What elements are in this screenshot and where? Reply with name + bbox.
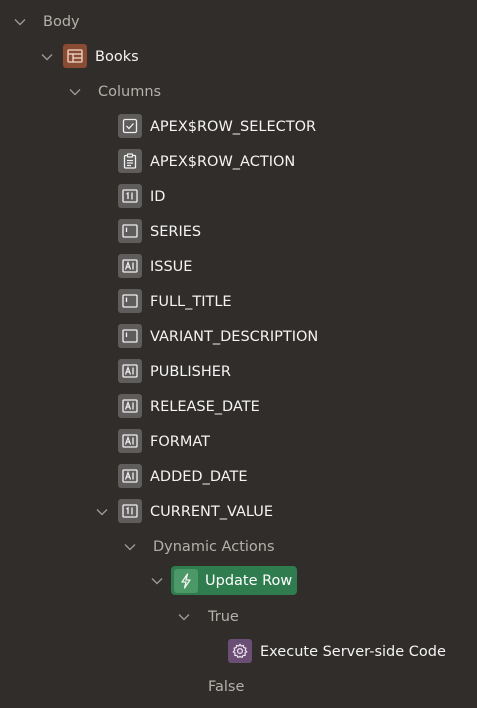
display-only-icon xyxy=(118,324,142,348)
tree-node-column[interactable]: ID xyxy=(0,179,477,214)
tree-node-column[interactable]: FORMAT xyxy=(0,424,477,459)
tree-node-column[interactable]: APEX$ROW_SELECTOR xyxy=(0,109,477,144)
checkbox-icon xyxy=(118,114,142,138)
tree-node-column[interactable]: SERIES xyxy=(0,214,477,249)
text-field-icon xyxy=(118,359,142,383)
tree-node-label: Dynamic Actions xyxy=(153,539,275,555)
tree-node-label: CURRENT_VALUE xyxy=(150,504,274,520)
tree-view: Body Books Columns APEX$ROW_SELECTOR APE… xyxy=(0,0,477,708)
tree-node-label: PUBLISHER xyxy=(150,364,232,380)
tree-node-label: ISSUE xyxy=(150,259,193,275)
tree-node-column[interactable]: RELEASE_DATE xyxy=(0,389,477,424)
tree-node-label: Update Row xyxy=(205,573,293,589)
tree-node-body[interactable]: Body xyxy=(0,4,477,39)
chevron-down-icon[interactable] xyxy=(147,571,167,591)
chevron-down-icon[interactable] xyxy=(92,502,112,522)
chevron-down-icon[interactable] xyxy=(10,12,30,32)
display-only-icon xyxy=(118,219,142,243)
text-field-icon xyxy=(118,394,142,418)
tree-node-false-branch[interactable]: False xyxy=(0,669,477,704)
tree-node-label: SERIES xyxy=(150,224,202,240)
tree-node-label: Columns xyxy=(98,84,162,100)
tree-node-column[interactable]: ADDED_DATE xyxy=(0,459,477,494)
tree-node-columns-folder[interactable]: Columns xyxy=(0,74,477,109)
tree-node-true-action[interactable]: Execute Server-side Code xyxy=(0,634,477,669)
chevron-down-icon[interactable] xyxy=(120,537,140,557)
tree-node-true-branch[interactable]: True xyxy=(0,599,477,634)
tree-node-column[interactable]: PUBLISHER xyxy=(0,354,477,389)
tree-node-label: Books xyxy=(95,49,139,65)
region-grid-icon xyxy=(63,44,87,68)
clipboard-icon xyxy=(118,149,142,173)
tree-node-label: VARIANT_DESCRIPTION xyxy=(150,329,319,345)
lightning-icon xyxy=(174,569,198,593)
display-only-icon xyxy=(118,289,142,313)
chevron-down-icon[interactable] xyxy=(65,82,85,102)
tree-node-dynamic-actions-folder[interactable]: Dynamic Actions xyxy=(0,529,477,564)
tree-node-column[interactable]: FULL_TITLE xyxy=(0,284,477,319)
tree-node-books-region[interactable]: Books xyxy=(0,39,477,74)
chevron-down-icon[interactable] xyxy=(37,47,57,67)
tree-node-column[interactable]: ISSUE xyxy=(0,249,477,284)
text-field-icon xyxy=(118,254,142,278)
tree-node-label: APEX$ROW_ACTION xyxy=(150,154,296,170)
tree-node-label: Execute Server-side Code xyxy=(260,644,446,660)
tree-node-label: FULL_TITLE xyxy=(150,294,232,310)
tree-node-label: ID xyxy=(150,189,166,205)
tree-node-column[interactable]: VARIANT_DESCRIPTION xyxy=(0,319,477,354)
tree-node-column-current-value[interactable]: CURRENT_VALUE xyxy=(0,494,477,529)
chevron-down-icon[interactable] xyxy=(174,607,194,627)
tree-node-label: FORMAT xyxy=(150,434,210,450)
gear-icon xyxy=(228,639,252,663)
tree-node-column[interactable]: APEX$ROW_ACTION xyxy=(0,144,477,179)
text-field-icon xyxy=(118,429,142,453)
text-field-icon xyxy=(118,464,142,488)
number-field-icon xyxy=(118,499,142,523)
tree-node-label: APEX$ROW_SELECTOR xyxy=(150,119,317,135)
selected-node-highlight[interactable]: Update Row xyxy=(171,566,297,595)
tree-node-dynamic-action[interactable]: Update Row xyxy=(0,566,477,601)
tree-node-label: Body xyxy=(43,14,80,30)
tree-node-label: ADDED_DATE xyxy=(150,469,248,485)
tree-node-label: RELEASE_DATE xyxy=(150,399,260,415)
number-field-icon xyxy=(118,184,142,208)
tree-node-label: False xyxy=(208,679,245,695)
tree-node-label: True xyxy=(208,609,239,625)
